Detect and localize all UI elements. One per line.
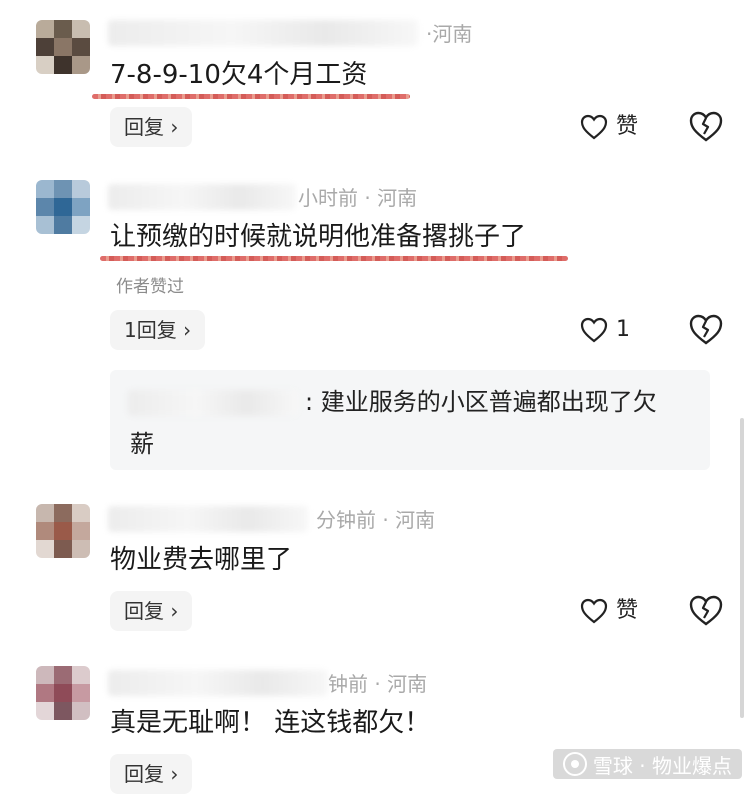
username-blurred[interactable]	[108, 184, 296, 210]
reply-button[interactable]: 回复 ›	[110, 107, 193, 147]
watermark: 雪球 · 物业爆点	[552, 749, 742, 779]
chevron-right-icon: ›	[183, 318, 192, 342]
heart-icon	[580, 114, 608, 140]
like-button[interactable]: 赞	[580, 107, 638, 147]
comment-text: 物业费去哪里了	[110, 545, 293, 575]
reply-button[interactable]: 回复 ›	[110, 591, 193, 631]
heart-icon	[580, 598, 608, 624]
reply-label: 回复	[124, 599, 164, 623]
username-blurred[interactable]	[108, 506, 308, 532]
sub-reply-text: : 建业服务的小区普遍都出现了欠	[305, 388, 657, 416]
reply-label: 回复	[124, 762, 164, 786]
reply-button[interactable]: 1回复 ›	[110, 310, 206, 350]
reply-label: 回复	[124, 115, 164, 139]
like-label: 赞	[616, 598, 639, 623]
comment-meta: 小时前 · 河南	[298, 186, 418, 210]
highlight-underline	[100, 256, 568, 261]
avatar[interactable]	[36, 666, 90, 720]
sub-reply[interactable]: : 建业服务的小区普遍都出现了欠 薪	[110, 370, 710, 470]
highlight-underline	[92, 94, 410, 99]
sub-reply-username-blurred[interactable]	[128, 390, 298, 416]
like-button[interactable]: 1	[580, 310, 630, 350]
comment-meta: 钟前 · 河南	[328, 672, 428, 696]
broken-heart-icon[interactable]	[688, 312, 724, 348]
like-count: 1	[616, 317, 630, 342]
like-label: 赞	[616, 114, 639, 139]
reply-button[interactable]: 回复 ›	[110, 754, 193, 794]
comment-meta: ·河南	[426, 22, 473, 46]
comment-text: 7-8-9-10欠4个月工资	[110, 60, 368, 90]
avatar[interactable]	[36, 180, 90, 234]
broken-heart-icon[interactable]	[688, 593, 724, 629]
chevron-right-icon: ›	[170, 599, 179, 623]
watermark-text: 雪球 · 物业爆点	[592, 753, 732, 778]
sub-reply-text-continued: 薪	[130, 430, 154, 458]
username-blurred[interactable]	[108, 20, 418, 46]
avatar[interactable]	[36, 20, 90, 74]
broken-heart-icon[interactable]	[688, 109, 724, 145]
author-liked-label: 作者赞过	[116, 277, 184, 297]
comment-text: 真是无耻啊！ 连这钱都欠！	[110, 708, 431, 738]
comment-text: 让预缴的时候就说明他准备撂挑子了	[110, 222, 527, 252]
chevron-right-icon: ›	[170, 115, 179, 139]
scrollbar[interactable]	[740, 418, 744, 718]
avatar[interactable]	[36, 504, 90, 558]
chevron-right-icon: ›	[170, 762, 179, 786]
like-button[interactable]: 赞	[580, 591, 638, 631]
comment-meta: 分钟前 · 河南	[316, 508, 436, 532]
username-blurred[interactable]	[108, 670, 328, 696]
reply-label: 1回复	[124, 318, 177, 342]
xueqiu-logo-icon	[562, 752, 587, 776]
heart-icon	[580, 317, 608, 343]
